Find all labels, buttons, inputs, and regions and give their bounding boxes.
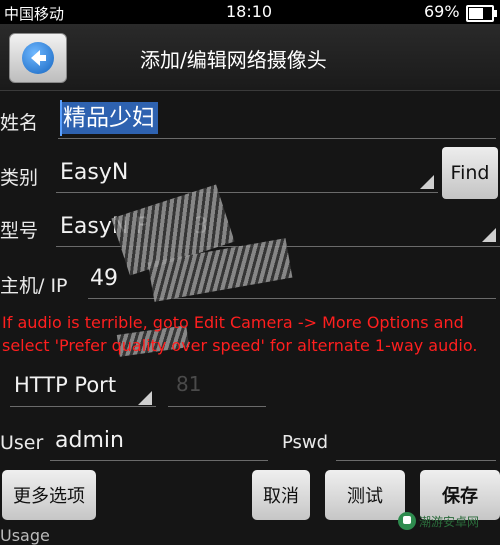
page-title: 添加/编辑网络摄像头 — [140, 48, 327, 72]
port-type-value: HTTP Port — [14, 373, 117, 397]
host-label: 主机/ IP — [0, 275, 68, 297]
port-underline — [168, 406, 266, 407]
battery-icon — [466, 5, 497, 22]
status-bar: 中国移动 18:10 69% — [0, 0, 500, 24]
model-label: 型号 — [0, 220, 39, 242]
test-button[interactable]: 测试 — [325, 470, 405, 520]
user-input[interactable]: admin — [55, 428, 124, 453]
host-underline — [88, 298, 496, 299]
cancel-button[interactable]: 取消 — [252, 470, 310, 520]
find-button[interactable]: Find — [442, 147, 498, 199]
user-underline — [50, 460, 268, 461]
audio-warning: If audio is terrible, goto Edit Camera -… — [2, 313, 478, 355]
watermark-text: 潮游安卓网 — [419, 514, 480, 529]
user-label: User — [0, 432, 44, 454]
arrow-left-icon — [31, 50, 46, 66]
port-type-spinner[interactable]: HTTP Port — [6, 365, 156, 407]
name-input[interactable]: 精品少妇 — [60, 102, 158, 134]
dropdown-arrow-icon — [420, 175, 434, 189]
carrier-label: 中国移动 — [4, 5, 65, 23]
usage-label: Usage — [0, 526, 50, 545]
port-input[interactable]: 81 — [176, 372, 201, 396]
name-label: 姓名 — [0, 112, 39, 134]
dropdown-arrow-icon — [138, 391, 152, 405]
category-spinner[interactable]: EasyN — [52, 150, 438, 194]
host-input[interactable]: 49 — [90, 266, 118, 291]
watermark: 潮游安卓网 — [398, 508, 500, 534]
back-button[interactable] — [9, 33, 67, 83]
pswd-underline — [336, 460, 496, 461]
port-type-underline — [10, 406, 156, 407]
battery-percent: 69% — [424, 2, 460, 21]
more-options-button[interactable]: 更多选项 — [2, 470, 96, 520]
watermark-logo-icon — [398, 512, 416, 530]
pswd-label: Pswd — [282, 432, 329, 453]
title-bar: 添加/编辑网络摄像头 — [0, 24, 500, 91]
category-label: 类别 — [0, 167, 39, 189]
category-underline — [56, 192, 438, 193]
category-value: EasyN — [60, 160, 129, 185]
text-cursor — [60, 100, 62, 136]
dropdown-arrow-icon — [482, 228, 496, 242]
name-underline — [58, 138, 496, 139]
clock: 18:10 — [226, 2, 273, 21]
